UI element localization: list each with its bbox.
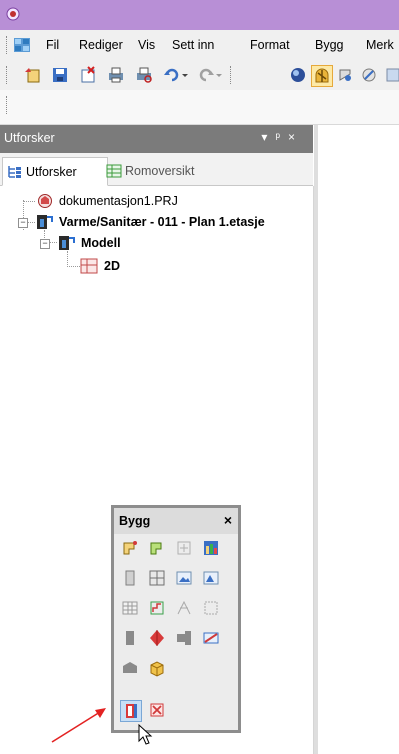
bygg-toolbar: Bygg ×: [111, 505, 241, 733]
new-wall-icon[interactable]: [120, 538, 140, 558]
tool-icon[interactable]: [359, 65, 379, 85]
title-bar: [0, 0, 399, 30]
tree-line: [67, 251, 68, 267]
mouse-cursor-icon: [138, 723, 153, 745]
rooms-icon[interactable]: [335, 65, 355, 85]
undo-icon[interactable]: [162, 65, 182, 85]
app-icon[interactable]: [6, 7, 20, 21]
print-preview-icon[interactable]: [134, 65, 154, 85]
window-icon[interactable]: [147, 568, 167, 588]
text-box-icon[interactable]: [201, 598, 221, 618]
plan-view-icon: [80, 258, 98, 274]
new-project-icon[interactable]: [22, 65, 42, 85]
drawing-icon: [37, 215, 53, 229]
chart-grid-icon[interactable]: [201, 538, 221, 558]
menu-sett-inn[interactable]: Sett inn: [172, 38, 214, 52]
save-icon[interactable]: [50, 65, 70, 85]
redo-dropdown-icon[interactable]: [214, 65, 224, 85]
beam-icon[interactable]: [174, 628, 194, 648]
panel-tabs: Utforsker Romoversikt: [0, 153, 313, 186]
symbol-icon[interactable]: [174, 598, 194, 618]
menu-bygg[interactable]: Bygg: [315, 38, 344, 52]
column-icon[interactable]: [120, 628, 140, 648]
redo-icon[interactable]: [196, 65, 216, 85]
tree-item-2d[interactable]: 2D: [104, 259, 120, 273]
new-room-icon[interactable]: [147, 538, 167, 558]
box-icon[interactable]: [147, 658, 167, 678]
collapse-toggle-drawing[interactable]: −: [18, 218, 28, 228]
room-list-icon: [106, 164, 122, 177]
menu-fil[interactable]: Fil: [46, 38, 59, 52]
dimension-icon[interactable]: [201, 628, 221, 648]
bygg-toolbar-header[interactable]: Bygg ×: [114, 508, 238, 534]
toolbar-separator: [230, 66, 233, 84]
tree-line: [67, 266, 80, 267]
tab-utforsker-label: Utforsker: [26, 164, 77, 179]
model-icon: [59, 236, 75, 250]
menubar-grip[interactable]: [6, 36, 9, 54]
tab-romoversikt-label: Romoversikt: [125, 163, 195, 178]
panel-buttons: ▾ᵖ×: [261, 130, 303, 144]
explorer-toggle-icon[interactable]: [311, 65, 333, 87]
annotation-arrow-bygg: [51, 708, 106, 743]
print-icon[interactable]: [106, 65, 126, 85]
project-file-icon: [38, 194, 52, 208]
drawing-canvas[interactable]: [314, 125, 399, 754]
close-document-icon[interactable]: [78, 65, 98, 85]
menu-rediger[interactable]: Rediger: [79, 38, 123, 52]
toolbar-grip[interactable]: [6, 66, 9, 84]
row-grip[interactable]: [6, 96, 9, 114]
panel-title: Utforsker: [4, 131, 55, 145]
image-edit-icon[interactable]: [201, 568, 221, 588]
slab-icon[interactable]: [120, 658, 140, 678]
tree-line: [27, 222, 35, 223]
tab-utforsker[interactable]: Utforsker: [2, 157, 108, 186]
tree-item-project[interactable]: dokumentasjon1.PRJ: [59, 194, 178, 208]
menu-bar: Fil Rediger Vis Sett inn Format Bygg Mer…: [0, 30, 399, 61]
tree-item-model[interactable]: Modell: [81, 236, 121, 250]
tree-item-drawing[interactable]: Varme/Sanitær - 011 - Plan 1.etasje: [59, 215, 265, 229]
delete-object-icon[interactable]: [147, 700, 167, 720]
door-icon[interactable]: [120, 568, 140, 588]
image-frame-icon[interactable]: [174, 568, 194, 588]
tab-romoversikt[interactable]: Romoversikt: [102, 157, 200, 184]
menu-merk[interactable]: Merk: [366, 38, 394, 52]
close-icon[interactable]: ×: [224, 512, 232, 528]
collapse-toggle-model[interactable]: −: [40, 239, 50, 249]
secondary-toolbar-row: [0, 90, 399, 125]
door-tool-icon[interactable]: [120, 700, 142, 722]
pin-icon[interactable]: ᵖ: [275, 130, 288, 144]
add-grid-icon[interactable]: [174, 538, 194, 558]
grid-menu-icon[interactable]: [14, 38, 30, 52]
menu-format[interactable]: Format: [250, 38, 290, 52]
sphere-view-icon[interactable]: [288, 65, 308, 85]
explorer-panel-header: Utforsker ▾ᵖ×: [0, 125, 313, 153]
menu-vis[interactable]: Vis: [138, 38, 155, 52]
more-tools-icon[interactable]: [383, 65, 399, 85]
panel-menu-icon[interactable]: ▾: [261, 130, 275, 144]
stairs-icon[interactable]: [147, 598, 167, 618]
tree-icon: [8, 165, 21, 178]
tree-line: [23, 201, 35, 202]
diamond-marker-icon[interactable]: [147, 628, 167, 648]
undo-dropdown-icon[interactable]: [180, 65, 190, 85]
close-icon[interactable]: ×: [288, 130, 303, 144]
table-icon[interactable]: [120, 598, 140, 618]
bygg-toolbar-title: Bygg: [119, 514, 151, 528]
